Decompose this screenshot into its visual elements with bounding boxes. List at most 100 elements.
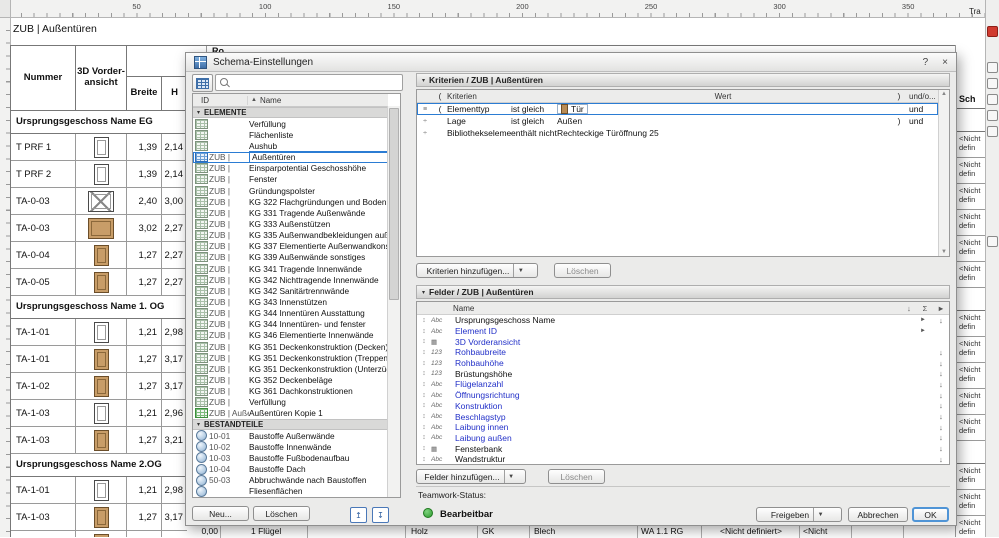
schema-list-item[interactable]: ZUB | KG 352 Deckenbeläge	[193, 374, 388, 385]
sort-down-icon[interactable]: ↓	[901, 304, 917, 313]
panel-2-icon[interactable]	[987, 78, 998, 89]
panel-3-icon[interactable]	[987, 94, 998, 105]
schema-list-item[interactable]: 10-01 Baustoffe Außenwände	[193, 430, 388, 442]
schema-list-item[interactable]: ZUB | KG 322 Flachgründungen und Bodenpla…	[193, 196, 388, 207]
delete-field-button[interactable]: Löschen	[548, 469, 605, 484]
chevron-down-icon[interactable]: ▼	[513, 264, 527, 277]
schema-list-item[interactable]: ZUB | KG 351 Deckenkonstruktion (Decken)	[193, 341, 388, 352]
table-row[interactable]: TA-1-03 1,21 2,96	[11, 400, 189, 427]
field-row[interactable]: ↕ Abc Flügelanzahl ↓	[417, 379, 949, 390]
col-header-breite[interactable]: Breite	[127, 77, 162, 110]
add-fields-button[interactable]: Felder hinzufügen... ▼	[416, 469, 526, 484]
list-view-filter-button[interactable]	[192, 74, 213, 92]
new-schema-button[interactable]: Neu...	[192, 506, 249, 521]
field-row[interactable]: ↕ ▦ Fensterbank ↓	[417, 443, 949, 454]
delete-schema-button[interactable]: Löschen	[253, 506, 310, 521]
schema-list-item[interactable]: 10-02 Baustoffe Innenwände	[193, 441, 388, 453]
criteria-row[interactable]: ÷ Lage ist gleich Außen) und	[417, 115, 938, 127]
criteria-row[interactable]: ≡ (Elementtyp ist gleich Tür und	[417, 103, 938, 115]
cancel-button[interactable]: Abbrechen	[848, 507, 908, 522]
door-schedule[interactable]: Nummer 3D Vorder- ansicht Breite H Urspr…	[10, 45, 189, 537]
table-row[interactable]: TA-1-02 1,27 3,17	[11, 373, 189, 400]
panel-5-icon[interactable]	[987, 126, 998, 137]
field-row[interactable]: ↕ 123 Rohbaubreite ↓	[417, 347, 949, 358]
field-row[interactable]: ↕ 123 Brüstungshöhe ↓	[417, 368, 949, 379]
col-header-nummer[interactable]: Nummer	[11, 46, 76, 110]
export-schema-icon[interactable]: ↧	[372, 507, 389, 523]
panel-6-icon[interactable]	[987, 236, 998, 247]
field-row[interactable]: ↕ Abc Ursprungsgeschoss Name ► ↓	[417, 315, 949, 326]
import-schema-icon[interactable]: ↥	[350, 507, 367, 523]
field-row[interactable]: ↕ Abc Beschlagstyp ↓	[417, 411, 949, 422]
schema-list-item[interactable]: ZUB | KG 341 Tragende Innenwände	[193, 263, 388, 274]
schema-list-item[interactable]: 10-03 Baustoffe Fußbodenaufbau	[193, 452, 388, 464]
field-row[interactable]: ↕ Abc Wandstruktur ↓	[417, 454, 949, 464]
list-col-name[interactable]: ▲ Name	[247, 95, 388, 105]
field-row[interactable]: ↕ Abc Element ID ►	[417, 326, 949, 337]
schema-list-item[interactable]: ZUB | KG 331 Tragende Außenwände	[193, 207, 388, 218]
schema-list-item[interactable]: 10-04 Baustoffe Dach	[193, 463, 388, 475]
field-row[interactable]: ↕ Abc Laibung außen ↓	[417, 433, 949, 444]
table-row[interactable]: TA-1-03 1,27 3,21	[11, 427, 189, 454]
list-scrollbar-thumb[interactable]	[389, 108, 399, 300]
criteria-scrollbar[interactable]: ▲ ▼	[938, 90, 949, 256]
red-tool-icon[interactable]	[987, 26, 998, 37]
table-row[interactable]: TA-0-03 2,40 3,00	[11, 188, 189, 215]
chevron-down-icon[interactable]: ▼	[503, 470, 518, 483]
table-row[interactable]: TA-1-01 1,21 2,98	[11, 477, 189, 504]
field-row[interactable]: ↕ Abc Öffnungsrichtung ↓	[417, 390, 949, 401]
table-row[interactable]: TA-1-0 1,273,17	[11, 531, 189, 537]
schema-list-item[interactable]: ZUB | Außentüren	[193, 151, 388, 164]
schema-list-item[interactable]: ZUB | Verfüllung	[193, 397, 388, 408]
fields-table[interactable]: Name ↓ Σ ► ↕ Abc Ursprungsgeschoss Name ► ↓ ↕…	[416, 301, 950, 465]
close-icon[interactable]: ×	[942, 57, 948, 68]
table-row[interactable]: TA-0-04 1,27 2,27	[11, 242, 189, 269]
flag-icon[interactable]: ►	[933, 304, 949, 313]
table-row[interactable]: TA-1-01 1,21 2,98	[11, 319, 189, 346]
delete-criteria-button[interactable]: Löschen	[554, 263, 611, 278]
search-input[interactable]	[215, 74, 403, 91]
field-row[interactable]: ↕ 123 Rohbauhöhe ↓	[417, 358, 949, 369]
schema-list-item[interactable]: ZUB | Auße Außentüren Kopie 1	[193, 408, 388, 419]
schema-list-item[interactable]: ZUB | KG 335 Außenwandbekleidungen außen	[193, 230, 388, 241]
schema-list-item[interactable]: Verfüllung	[193, 118, 388, 129]
col-header-sch[interactable]: Sch	[956, 45, 986, 109]
chevron-down-icon[interactable]: ▼	[813, 508, 827, 521]
schema-list-item[interactable]: 50-03 Abbruchwände nach Baustoffen	[193, 474, 388, 486]
schema-list-item[interactable]: ZUB | KG 342 Nichttragende Innenwände	[193, 274, 388, 285]
list-section-header[interactable]: ▾ ELEMENTE	[193, 107, 388, 119]
help-button[interactable]: ?	[923, 57, 929, 68]
schema-list-item[interactable]: ZUB | KG 361 Dachkonstruktionen	[193, 386, 388, 397]
list-col-id[interactable]: ID	[193, 96, 247, 105]
field-row[interactable]: ↕ Abc Laibung innen ↓	[417, 422, 949, 433]
schema-list-item[interactable]: ZUB | Fenster	[193, 174, 388, 185]
sum-sigma-icon[interactable]: Σ	[917, 304, 933, 313]
schema-list-item[interactable]: ZUB | KG 346 Elementierte Innenwände	[193, 330, 388, 341]
schema-list-item[interactable]: ZUB | KG 342 Sanitärtrennwände	[193, 285, 388, 296]
panel-1-icon[interactable]	[987, 62, 998, 73]
criteria-value-box[interactable]: Tür	[557, 104, 588, 114]
schema-list-item[interactable]: ZUB | KG 351 Deckenkonstruktion (Unterzüg…	[193, 363, 388, 374]
criteria-row[interactable]: ÷ Bibliothekselemen...enthält nichtRechte…	[417, 127, 938, 139]
schema-list-item[interactable]: ZUB | KG 343 Innenstützen	[193, 296, 388, 307]
ok-button[interactable]: OK	[912, 507, 949, 522]
schema-list-item[interactable]: ZUB | KG 344 Innentüren- und fenster	[193, 319, 388, 330]
field-row[interactable]: ↕ Abc Konstruktion ↓	[417, 401, 949, 412]
fields-section-header[interactable]: ▾ Felder / ZUB | Außentüren	[416, 285, 950, 299]
panel-4-icon[interactable]	[987, 110, 998, 121]
schema-list-item[interactable]: Aushub	[193, 140, 388, 151]
schema-list-item[interactable]: ZUB | Einsparpotential Geschosshöhe	[193, 163, 388, 174]
table-row[interactable]: TA-1-03 1,27 3,17	[11, 504, 189, 531]
col-header-3d-vorderansicht[interactable]: 3D Vorder- ansicht	[76, 46, 127, 110]
table-row[interactable]: TA-1-01 1,27 3,17	[11, 346, 189, 373]
schema-list-item[interactable]: ZUB | KG 339 Außenwände sonstiges	[193, 252, 388, 263]
dialog-titlebar[interactable]: Schema-Einstellungen ? ×	[186, 53, 956, 72]
list-scrollbar[interactable]	[387, 106, 400, 497]
schema-list-item[interactable]: ZUB | Gründungspolster	[193, 185, 388, 196]
list-section-header[interactable]: ▾ BESTANDTEILE	[193, 418, 388, 431]
schema-list-item[interactable]: ZUB | KG 333 Außenstützen	[193, 218, 388, 229]
schema-list-item[interactable]: ZUB | KG 337 Elementierte Außenwandkonstr…	[193, 241, 388, 252]
release-button[interactable]: Freigeben ▼	[756, 507, 842, 522]
table-row[interactable]: T PRF 1 1,39 2,14	[11, 134, 189, 161]
table-row[interactable]: TA-0-05 1,27 2,27	[11, 269, 189, 296]
